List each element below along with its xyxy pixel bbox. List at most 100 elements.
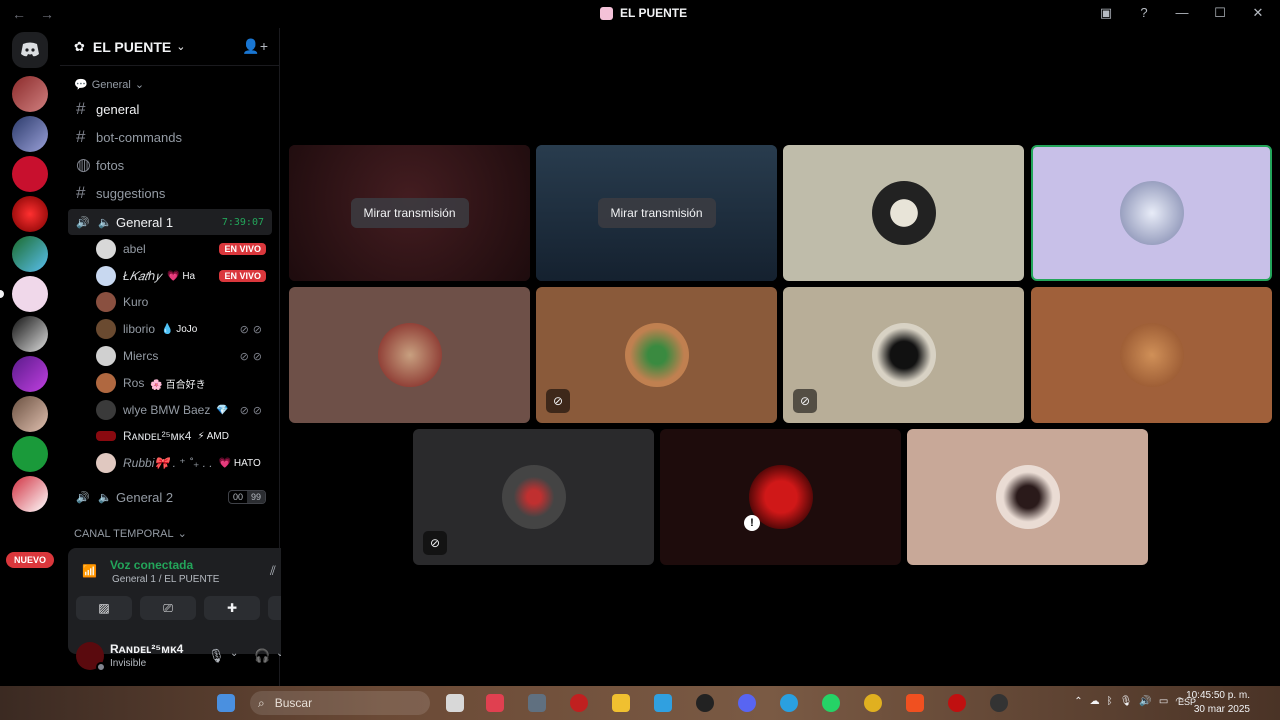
- server-icon-1[interactable]: [12, 76, 48, 112]
- server-icon-9[interactable]: [12, 396, 48, 432]
- cloud-icon[interactable]: ☁: [1090, 696, 1100, 707]
- participant-tile[interactable]: [289, 287, 530, 423]
- system-tray: ⌃ ☁ ᛒ 🎙 🔊 ▭ ◠: [1074, 696, 1184, 707]
- file-explorer-icon[interactable]: [612, 694, 630, 712]
- inbox-icon[interactable]: ▣: [1098, 5, 1114, 21]
- participant-avatar: [1119, 181, 1184, 245]
- channel-label: suggestions: [96, 185, 166, 201]
- voice-user[interactable]: wlye BMW Baez 💎 ⊘⊘: [96, 398, 272, 422]
- voice-stage: Mirar transmisión Mirar transmisión ⊘ ⊘ …: [281, 28, 1280, 686]
- media-player-icon[interactable]: [696, 694, 714, 712]
- chevron-up-icon[interactable]: ⌃: [1074, 696, 1082, 707]
- close-button[interactable]: ✕: [1250, 5, 1266, 21]
- channel-general[interactable]: # general: [68, 96, 272, 122]
- stream-tile-2[interactable]: Mirar transmisión: [536, 145, 777, 281]
- category-temporal[interactable]: CANAL TEMPORAL ⌄: [74, 527, 187, 541]
- server-icon-10[interactable]: [12, 436, 48, 472]
- user-tag: 💗 HATO: [218, 457, 261, 469]
- server-icon-11[interactable]: [12, 476, 48, 512]
- discord-icon[interactable]: [738, 694, 756, 712]
- hash-icon: #: [76, 99, 86, 118]
- voice-location[interactable]: General 1 / EL PUENTE: [112, 574, 219, 585]
- telegram-icon[interactable]: [780, 694, 798, 712]
- invite-people-icon[interactable]: 👤+: [242, 38, 268, 55]
- voice-user[interactable]: Rᴀɴᴅᴇʟ²⁵ᴍᴋ4 ⚡ AMD: [96, 424, 272, 448]
- participant-tile[interactable]: [783, 145, 1024, 281]
- server-icon-6[interactable]: [12, 276, 48, 312]
- voice-user[interactable]: liborio 💧 JoJo ⊘⊘: [96, 317, 272, 341]
- participant-tile[interactable]: ⊘: [536, 287, 777, 423]
- participant-tile[interactable]: [1031, 287, 1272, 423]
- discord-home-button[interactable]: [12, 32, 48, 68]
- watch-stream-button[interactable]: Mirar transmisión: [597, 198, 716, 228]
- volume-icon[interactable]: 🔊: [1139, 696, 1151, 707]
- back-arrow-icon[interactable]: ←: [12, 6, 26, 22]
- noise-suppression-icon[interactable]: ⫽: [270, 563, 276, 579]
- participant-tile[interactable]: !: [660, 429, 901, 565]
- stream-tile-1[interactable]: Mirar transmisión: [289, 145, 530, 281]
- voice-channel-general-2[interactable]: 🔊 🔈 General 2 00 99: [68, 484, 272, 510]
- participant-tile[interactable]: ⊘: [783, 287, 1024, 423]
- voice-user[interactable]: Miercs ⊘⊘: [96, 344, 272, 368]
- voice-user[interactable]: Rubbi🎀 . ⁺ ˚₊ . . 💗 HATO: [96, 451, 272, 475]
- user-name[interactable]: Rᴀɴᴅᴇʟ²⁵ᴍᴋ4: [110, 642, 183, 656]
- server-icon-4[interactable]: [12, 196, 48, 232]
- chrome-icon[interactable]: [864, 694, 882, 712]
- server-icon-5[interactable]: [12, 236, 48, 272]
- channel-fotos[interactable]: ◍ fotos: [68, 152, 272, 178]
- task-view-icon[interactable]: [446, 694, 464, 712]
- battery-icon[interactable]: ▭: [1159, 696, 1168, 707]
- channel-suggestions[interactable]: # suggestions: [68, 180, 272, 206]
- app-icon[interactable]: [948, 694, 966, 712]
- server-icon-8[interactable]: [12, 356, 48, 392]
- chevron-down-icon: ⌄: [134, 79, 145, 91]
- minimize-button[interactable]: —: [1174, 5, 1190, 21]
- maximize-button[interactable]: ☐: [1212, 5, 1228, 21]
- voice-status[interactable]: Voz conectada: [110, 558, 193, 572]
- participant-tile[interactable]: [907, 429, 1148, 565]
- chevron-down-icon[interactable]: ⌄: [230, 648, 238, 659]
- app-icon[interactable]: [654, 694, 672, 712]
- speaker-live-icon: 🔊: [76, 216, 90, 229]
- watch-stream-button[interactable]: Mirar transmisión: [350, 198, 469, 228]
- bluetooth-icon[interactable]: ᛒ: [1107, 696, 1113, 707]
- store-icon[interactable]: [486, 694, 504, 712]
- app-icon[interactable]: [528, 694, 546, 712]
- voice-user-name: abel: [123, 242, 146, 256]
- whatsapp-icon[interactable]: [822, 694, 840, 712]
- server-header[interactable]: ✿ EL PUENTE ⌄ 👤+: [60, 28, 280, 66]
- activities-button[interactable]: ✚: [204, 596, 260, 620]
- channel-bot-commands[interactable]: # bot-commands: [68, 124, 272, 150]
- discord-logo-icon: [21, 42, 39, 57]
- app-icon[interactable]: [570, 694, 588, 712]
- server-list: NUEVO: [0, 28, 60, 686]
- start-menu-icon[interactable]: [217, 694, 235, 712]
- voice-user-name: Kuro: [123, 295, 149, 309]
- server-icon-2[interactable]: [12, 116, 48, 152]
- voice-user[interactable]: Ł𝐾𝑎𝑡ℎ𝑦 💗 Ha EN VIVO: [96, 264, 272, 288]
- hash-icon: #: [76, 183, 86, 202]
- camera-off-button[interactable]: ▨: [76, 596, 132, 620]
- muted-deafened-icons: ⊘⊘: [239, 404, 266, 417]
- share-screen-button[interactable]: ⎚: [140, 596, 196, 620]
- microphone-icon[interactable]: 🎙: [208, 648, 225, 664]
- server-icon-3[interactable]: [12, 156, 48, 192]
- speaker-icon: 🔈: [98, 216, 112, 229]
- server-icon-7[interactable]: [12, 316, 48, 352]
- headphones-icon[interactable]: 🎧: [254, 648, 270, 664]
- forward-arrow-icon[interactable]: →: [40, 6, 54, 22]
- voice-user[interactable]: Kuro: [96, 290, 272, 314]
- taskbar-search[interactable]: ⌕ Buscar: [250, 691, 430, 715]
- app-icon[interactable]: [990, 694, 1008, 712]
- participant-tile[interactable]: ⊘: [413, 429, 654, 565]
- microphone-icon[interactable]: 🎙: [1120, 696, 1133, 707]
- voice-channel-general-1[interactable]: 🔊 🔈 General 1 7:39:07: [68, 209, 272, 235]
- category-general[interactable]: 💬 General ⌄: [74, 78, 145, 92]
- brave-icon[interactable]: [906, 694, 924, 712]
- voice-user[interactable]: abel EN VIVO: [96, 237, 272, 261]
- category-label: General: [91, 78, 131, 91]
- participant-tile-speaking[interactable]: [1031, 145, 1272, 281]
- voice-user[interactable]: Ros 🌸 百合好き: [96, 371, 272, 395]
- clock[interactable]: 10:45:50 p. m. 30 mar 2025: [1186, 689, 1250, 717]
- help-icon[interactable]: ?: [1136, 5, 1152, 21]
